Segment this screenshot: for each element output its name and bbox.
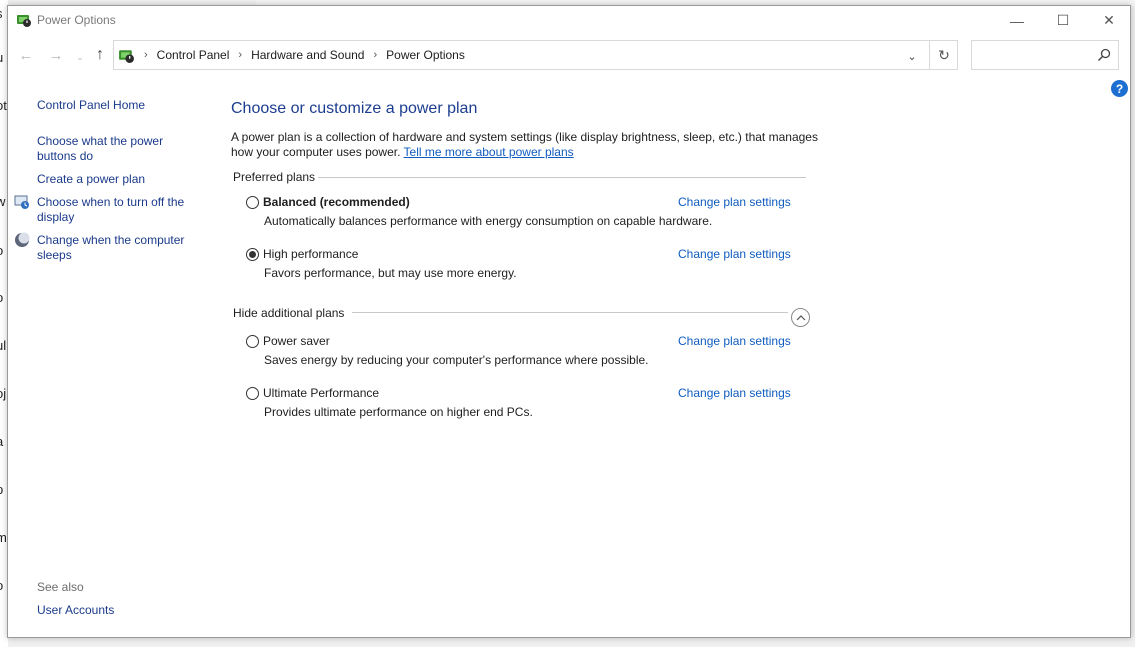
background-text: s: [0, 6, 3, 21]
change-plan-settings-link[interactable]: Change plan settings: [678, 334, 791, 348]
sidebar-link-create-power-plan[interactable]: Create a power plan: [37, 172, 145, 187]
address-bar[interactable]: › Control Panel › Hardware and Sound › P…: [113, 40, 958, 70]
navigation-bar: ← → ⌄ ↑ › Control Panel › Hardware and S…: [8, 39, 1130, 71]
background-text: o: [0, 578, 3, 593]
plan-radio-balanced[interactable]: [246, 196, 259, 209]
display-icon: [14, 194, 30, 210]
plan-radio-power-saver[interactable]: [246, 335, 259, 348]
change-plan-settings-link[interactable]: Change plan settings: [678, 195, 791, 209]
change-plan-settings-link[interactable]: Change plan settings: [678, 247, 791, 261]
window-title: Power Options: [37, 13, 116, 27]
background-text: ot: [0, 98, 7, 113]
background-text: u: [0, 50, 3, 65]
sidebar-link-turn-off-display[interactable]: Choose when to turn off the display: [37, 195, 197, 225]
power-options-icon: [16, 12, 32, 28]
background-text: ul: [0, 338, 7, 353]
breadcrumb-separator-icon[interactable]: ›: [373, 49, 377, 61]
breadcrumb-control-panel[interactable]: Control Panel: [157, 48, 230, 62]
page-description: A power plan is a collection of hardware…: [231, 130, 821, 160]
power-options-window: Power Options — ☐ ✕ ← → ⌄ ↑ › Control Pa…: [7, 5, 1131, 638]
collapse-chevron-up-icon[interactable]: [791, 308, 810, 327]
background-text: oj: [0, 386, 7, 401]
control-panel-home-link[interactable]: Control Panel Home: [37, 98, 145, 113]
power-options-icon: [118, 47, 135, 64]
breadcrumb: › Control Panel › Hardware and Sound › P…: [140, 48, 465, 62]
breadcrumb-separator-icon[interactable]: ›: [238, 49, 242, 61]
sidebar-link-power-buttons[interactable]: Choose what the power buttons do: [37, 134, 187, 164]
plan-description: Provides ultimate performance on higher …: [264, 405, 533, 419]
hide-additional-plans-label[interactable]: Hide additional plans: [233, 306, 344, 320]
see-also-label: See also: [37, 580, 84, 594]
close-button[interactable]: ✕: [1086, 6, 1132, 35]
sleep-moon-icon: [14, 232, 30, 248]
section-divider: [352, 312, 788, 313]
plan-name[interactable]: Ultimate Performance: [263, 386, 379, 400]
up-arrow-icon[interactable]: ↑: [90, 45, 110, 65]
breadcrumb-separator-icon[interactable]: ›: [144, 49, 148, 61]
recent-locations-chevron-icon[interactable]: ⌄: [70, 47, 90, 67]
help-icon[interactable]: ?: [1111, 80, 1128, 97]
user-accounts-link[interactable]: User Accounts: [37, 603, 114, 618]
left-task-pane: Control Panel Home Choose what the power…: [8, 71, 208, 637]
tell-me-more-link[interactable]: Tell me more about power plans: [404, 145, 574, 159]
background-text: o: [0, 290, 3, 305]
background-text: o: [0, 243, 3, 258]
search-icon[interactable]: [1096, 47, 1112, 63]
plan-name[interactable]: High performance: [263, 247, 358, 261]
forward-arrow-icon[interactable]: →: [46, 45, 66, 65]
change-plan-settings-link[interactable]: Change plan settings: [678, 386, 791, 400]
plan-radio-high-performance[interactable]: [246, 248, 259, 261]
background-text: p: [0, 482, 3, 497]
sidebar-link-computer-sleeps[interactable]: Change when the computer sleeps: [37, 233, 197, 263]
plan-radio-ultimate-performance[interactable]: [246, 387, 259, 400]
breadcrumb-power-options[interactable]: Power Options: [386, 48, 465, 62]
search-input[interactable]: [971, 40, 1119, 70]
plan-description: Favors performance, but may use more ene…: [264, 266, 517, 280]
plan-name[interactable]: Power saver: [263, 334, 330, 348]
section-divider: [318, 177, 806, 178]
plan-description: Automatically balances performance with …: [264, 214, 713, 228]
background-text: w: [0, 194, 6, 209]
plan-description: Saves energy by reducing your computer's…: [264, 353, 649, 367]
background-text: m: [0, 530, 7, 545]
maximize-button[interactable]: ☐: [1040, 6, 1086, 35]
back-arrow-icon[interactable]: ←: [16, 45, 36, 65]
background-text: a: [0, 434, 3, 449]
preferred-plans-label: Preferred plans: [233, 170, 316, 184]
plan-name[interactable]: Balanced (recommended): [263, 195, 410, 209]
breadcrumb-hardware-and-sound[interactable]: Hardware and Sound: [251, 48, 364, 62]
address-dropdown-chevron-icon[interactable]: ⌄: [902, 46, 922, 66]
minimize-button[interactable]: —: [994, 6, 1040, 35]
page-title: Choose or customize a power plan: [231, 100, 478, 117]
title-bar: Power Options — ☐ ✕: [8, 6, 1130, 35]
refresh-icon[interactable]: ↻: [929, 41, 958, 69]
